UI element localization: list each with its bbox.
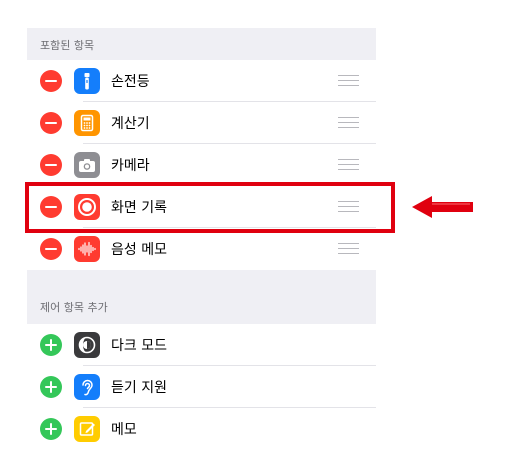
add-dark-mode-button[interactable] (40, 334, 62, 356)
more-controls-section-header: 제어 항목 추가 (27, 270, 376, 324)
dark-mode-icon (74, 332, 100, 358)
remove-voice-memo-button[interactable] (40, 238, 62, 260)
more-item-hearing: 듣기 지원 (27, 366, 376, 408)
camera-icon (74, 152, 100, 178)
reorder-handle[interactable] (338, 117, 359, 128)
item-label: 메모 (111, 422, 137, 438)
add-notes-button[interactable] (40, 418, 62, 440)
remove-flashlight-button[interactable] (40, 70, 62, 92)
item-label: 음성 메모 (111, 242, 167, 258)
more-controls-section-title: 제어 항목 추가 (40, 301, 108, 314)
calculator-icon (74, 110, 100, 136)
remove-calculator-button[interactable] (40, 112, 62, 134)
flashlight-icon (74, 68, 100, 94)
item-label: 다크 모드 (111, 338, 167, 354)
more-item-notes: 메모 (27, 408, 376, 450)
add-hearing-button[interactable] (40, 376, 62, 398)
item-label: 듣기 지원 (111, 380, 167, 396)
reorder-handle[interactable] (338, 159, 359, 170)
item-label: 카메라 (111, 158, 150, 174)
reorder-handle[interactable] (338, 75, 359, 86)
hearing-icon (74, 374, 100, 400)
included-item-voice-memo: 음성 메모 (27, 228, 376, 270)
control-center-customize-list: 포함된 항목 손전등 계산기 카메라 화면 기록 음성 메모 제어 항목 추가 … (27, 28, 376, 450)
included-item-flashlight: 손전등 (27, 60, 376, 102)
included-section-title: 포함된 항목 (40, 39, 95, 52)
included-section-header: 포함된 항목 (27, 28, 376, 60)
included-item-calculator: 계산기 (27, 102, 376, 144)
voice-memo-icon (74, 236, 100, 262)
more-item-dark-mode: 다크 모드 (27, 324, 376, 366)
item-label: 계산기 (111, 116, 150, 132)
notes-icon (74, 416, 100, 442)
reorder-handle[interactable] (338, 243, 359, 254)
included-item-camera: 카메라 (27, 144, 376, 186)
pointer-arrow-icon (412, 196, 473, 218)
highlight-box (25, 182, 395, 233)
item-label: 손전등 (111, 74, 150, 90)
remove-camera-button[interactable] (40, 154, 62, 176)
